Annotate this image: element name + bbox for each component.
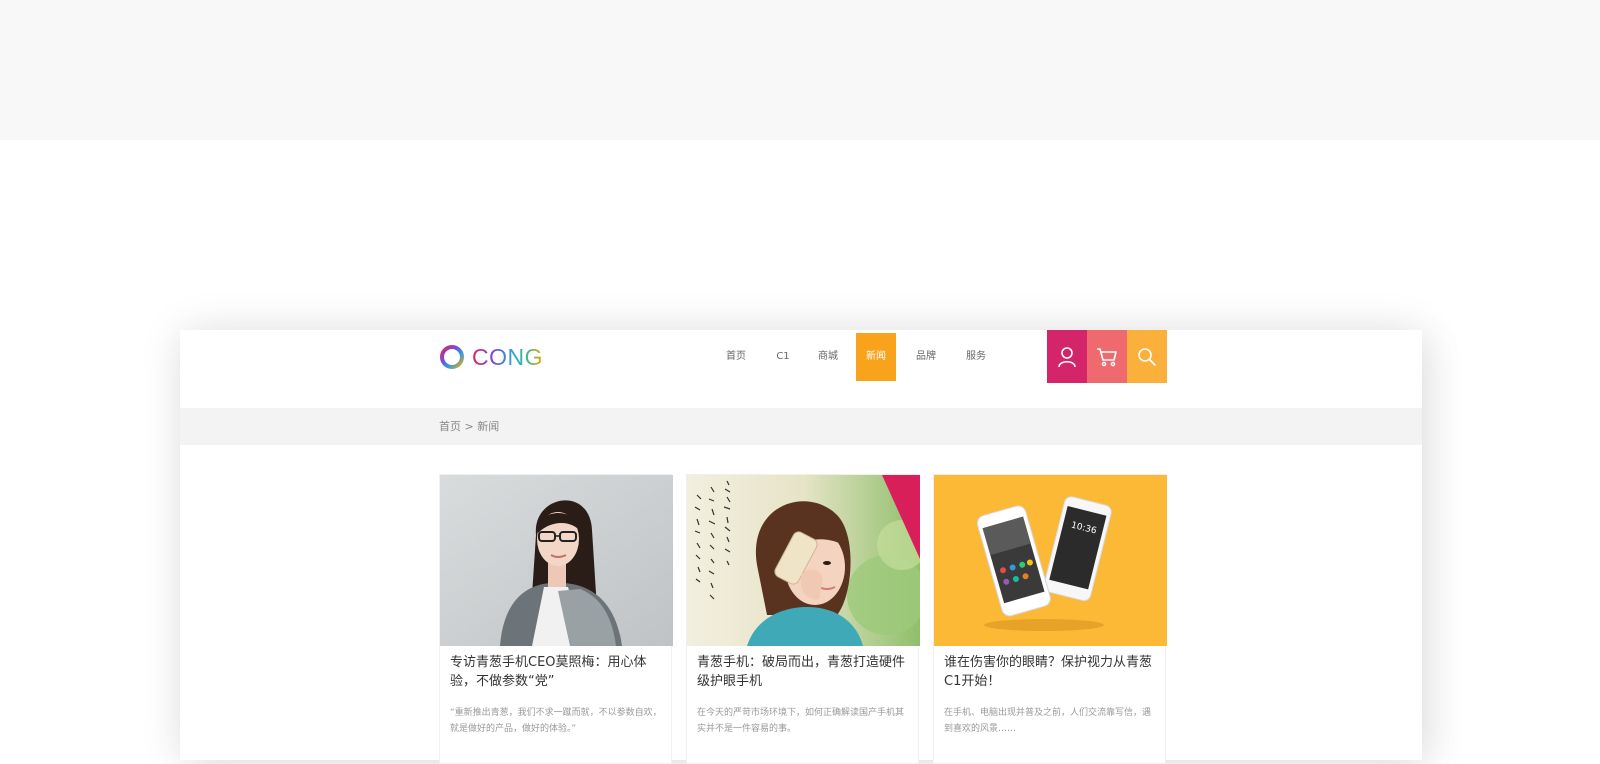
nav-item-mall[interactable]: 商城 xyxy=(806,333,850,381)
card-image-woman-on-phone[interactable] xyxy=(687,475,920,646)
news-card[interactable]: 专访青葱手机CEO莫照梅：用心体验，不做参数“党” “重新推出青葱，我们不求一蹴… xyxy=(439,474,673,764)
news-card[interactable]: 青葱手机：破局而出，青葱打造硬件级护眼手机 在今天的严苛市场环境下，如何正确解读… xyxy=(686,474,920,764)
user-icon xyxy=(1058,346,1076,367)
cart-icon xyxy=(1097,347,1117,366)
user-button[interactable] xyxy=(1047,330,1087,383)
card-title[interactable]: 青葱手机：破局而出，青葱打造硬件级护眼手机 xyxy=(697,653,909,691)
nav-item-c1[interactable]: C1 xyxy=(765,333,801,381)
card-title[interactable]: 谁在伤害你的眼睛？保护视力从青葱C1开始！ xyxy=(944,653,1156,691)
card-image-ceo-portrait[interactable] xyxy=(440,475,673,646)
card-title[interactable]: 专访青葱手机CEO莫照梅：用心体验，不做参数“党” xyxy=(450,653,662,691)
nav-item-brand[interactable]: 品牌 xyxy=(904,333,948,381)
breadcrumb-bar: 首页 > 新闻 xyxy=(180,408,1422,445)
breadcrumb[interactable]: 首页 > 新闻 xyxy=(439,408,499,445)
search-icon xyxy=(1138,347,1156,366)
card-excerpt: 在手机、电脑出现并普及之前，人们交流靠写信，遇到喜欢的风景…… xyxy=(944,708,1152,734)
logo-text: CONG xyxy=(472,343,543,370)
card-excerpt: 在今天的严苛市场环境下，如何正确解读国产手机其实并不是一件容易的事。 xyxy=(697,708,905,734)
logo[interactable]: CONG xyxy=(439,344,543,370)
website-mockup: CONG 首页 C1 商城 新闻 品牌 服务 首页 > 新闻 专访青葱手机CEO… xyxy=(180,330,1422,764)
card-excerpt: “重新推出青葱，我们不求一蹴而就，不以参数自欢，就是做好的产品，做好的体验。” xyxy=(450,708,662,734)
search-button[interactable] xyxy=(1127,330,1167,383)
news-card[interactable]: 10:36 谁在伤害你的眼睛？保护视力从青葱C1开始！ 在手机、电脑出现并普及之… xyxy=(933,474,1167,764)
top-background-band xyxy=(0,0,1600,140)
nav-item-news[interactable]: 新闻 xyxy=(856,333,896,381)
cart-button[interactable] xyxy=(1087,330,1127,383)
card-image-phones[interactable]: 10:36 xyxy=(934,475,1167,646)
logo-ring-icon xyxy=(440,345,464,369)
nav-item-home[interactable]: 首页 xyxy=(711,333,761,381)
nav-item-service[interactable]: 服务 xyxy=(954,333,998,381)
